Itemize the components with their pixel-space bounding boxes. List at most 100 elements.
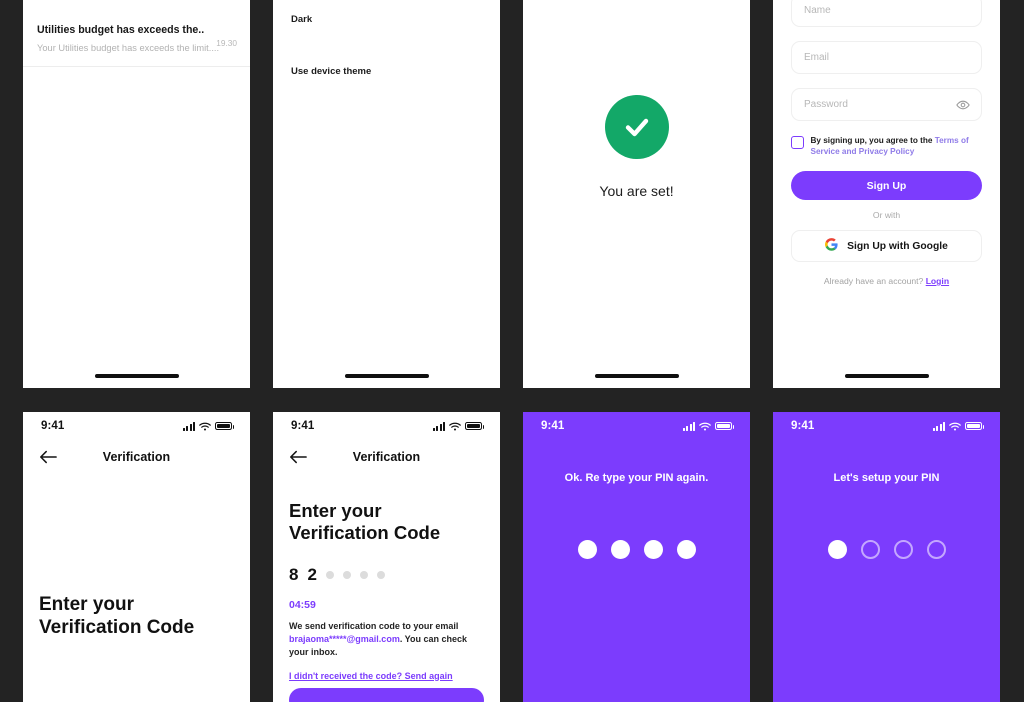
wifi-icon	[699, 422, 711, 431]
theme-option-dark[interactable]: Dark	[273, 4, 500, 34]
code-slot-3	[325, 570, 334, 579]
screens-board: Remove all Utilities budget has exceeds …	[0, 0, 1024, 702]
cellular-signal-icon	[432, 421, 445, 431]
verification-body-part1: We send verification code to your email	[289, 621, 459, 632]
wifi-icon	[949, 422, 961, 431]
pin-prompt: Ok. Re type your PIN again.	[564, 472, 709, 484]
theme-option-dark-label: Dark	[291, 13, 313, 25]
verification-heading-line2: Verification Code	[39, 616, 195, 638]
email-field[interactable]: Email	[791, 41, 982, 74]
screen-verification-filled: 9:41 Verification Enter your Verificatio…	[273, 412, 500, 702]
pin-dot-2	[610, 540, 630, 559]
verification-code-input[interactable]: 8 2	[273, 566, 500, 583]
home-indicator	[844, 374, 929, 378]
pin-dot-3	[893, 540, 913, 559]
pin-dot-3	[643, 540, 663, 559]
wifi-icon	[449, 422, 461, 431]
check-circle-icon	[604, 95, 669, 159]
verification-heading-line1: Enter your	[289, 500, 382, 521]
code-slot-6	[376, 570, 385, 579]
name-field-placeholder: Name	[804, 5, 831, 16]
home-indicator	[344, 374, 429, 378]
terms-prefix: By signing up, you agree to the	[810, 136, 935, 145]
screen-pin-setup: 9:41 Let's setup your PIN	[773, 412, 1000, 702]
terms-agreement-row[interactable]: By signing up, you agree to the Terms of…	[791, 135, 982, 157]
pin-prompt: Let's setup your PIN	[833, 472, 940, 484]
pin-dot-1	[577, 540, 597, 559]
cellular-signal-icon	[682, 421, 695, 431]
status-time: 9:41	[791, 420, 815, 432]
status-time: 9:41	[291, 420, 315, 432]
pin-dots	[773, 540, 1000, 559]
cellular-signal-icon	[182, 421, 195, 431]
notification-time: 19.30	[216, 38, 237, 48]
login-link[interactable]: Login	[926, 276, 949, 286]
verify-submit-button[interactable]	[289, 688, 484, 702]
nav-bar: Verification	[23, 440, 250, 474]
pin-dots	[523, 540, 750, 559]
screen-signup: Name Email Password By signing up, you a…	[773, 0, 1000, 388]
verification-heading: Enter your Verification Code	[273, 500, 500, 544]
signup-button-label: Sign Up	[866, 179, 907, 192]
pin-dot-4	[676, 540, 696, 559]
verification-body-text: We send verification code to your email …	[273, 620, 500, 659]
notification-title: Utilities budget has exceeds the..	[37, 24, 205, 36]
battery-icon	[215, 421, 234, 431]
battery-icon	[465, 421, 484, 431]
password-field-placeholder: Password	[804, 99, 848, 110]
pin-dot-1	[827, 540, 847, 559]
wifi-icon	[199, 422, 211, 431]
code-digit-2: 2	[307, 565, 317, 585]
battery-icon	[965, 421, 984, 431]
name-field[interactable]: Name	[791, 0, 982, 27]
status-bar: 9:41	[23, 412, 250, 440]
signup-with-google-button[interactable]: Sign Up with Google	[791, 230, 982, 263]
google-button-label: Sign Up with Google	[847, 240, 948, 252]
pin-dot-2	[860, 540, 880, 559]
password-field[interactable]: Password	[791, 88, 982, 121]
theme-option-device[interactable]: Use device theme	[273, 56, 500, 86]
screen-pin-retype: 9:41 Ok. Re type your PIN again.	[523, 412, 750, 702]
status-bar: 9:41	[773, 412, 1000, 440]
status-icons	[182, 421, 234, 431]
status-time: 9:41	[541, 420, 565, 432]
screen-verification-empty: 9:41 Verification Enter your Verificatio…	[23, 412, 250, 702]
nav-bar: Verification	[273, 440, 500, 474]
success-message: You are set!	[599, 183, 674, 199]
email-field-placeholder: Email	[804, 52, 830, 63]
verification-email: brajaoma*****@gmail.com	[289, 634, 400, 645]
status-icons	[682, 421, 734, 431]
screen-success: You are set!	[523, 0, 750, 388]
signup-button[interactable]: Sign Up	[791, 171, 982, 201]
or-with-label: Or with	[872, 210, 901, 221]
status-time: 9:41	[41, 420, 65, 432]
terms-checkbox[interactable]	[791, 136, 804, 149]
have-account-row: Already have an account? Login	[791, 276, 982, 286]
code-slot-5	[359, 570, 368, 579]
home-indicator	[594, 374, 679, 378]
back-arrow-icon[interactable]	[289, 447, 309, 467]
verification-heading-line1: Enter your	[39, 594, 135, 615]
eye-icon[interactable]	[956, 98, 970, 112]
verification-heading: Enter your Verification Code	[23, 594, 250, 640]
pin-dot-4	[926, 540, 946, 559]
screen-notifications: Remove all Utilities budget has exceeds …	[23, 0, 250, 388]
code-digit-1: 8	[289, 565, 299, 585]
theme-option-device-label: Use device theme	[291, 65, 372, 77]
have-account-text: Already have an account?	[823, 276, 926, 287]
back-arrow-icon[interactable]	[39, 447, 59, 467]
code-slot-4	[342, 570, 351, 579]
notification-item[interactable]: Utilities budget has exceeds the.. 19.30…	[23, 14, 250, 67]
verification-heading-line2: Verification Code	[289, 522, 441, 544]
countdown-timer: 04:59	[289, 599, 316, 612]
status-icons	[432, 421, 484, 431]
home-indicator	[94, 374, 179, 378]
cellular-signal-icon	[932, 421, 945, 431]
battery-icon	[715, 421, 734, 431]
success-content: You are set!	[523, 95, 750, 199]
status-bar: 9:41	[273, 412, 500, 440]
resend-code-link[interactable]: I didn't received the code? Send again	[273, 671, 469, 681]
notification-subtitle: Your Utilities budget has exceeds the li…	[37, 43, 220, 54]
signup-form: Name Email Password By signing up, you a…	[773, 0, 1000, 286]
status-icons	[932, 421, 984, 431]
